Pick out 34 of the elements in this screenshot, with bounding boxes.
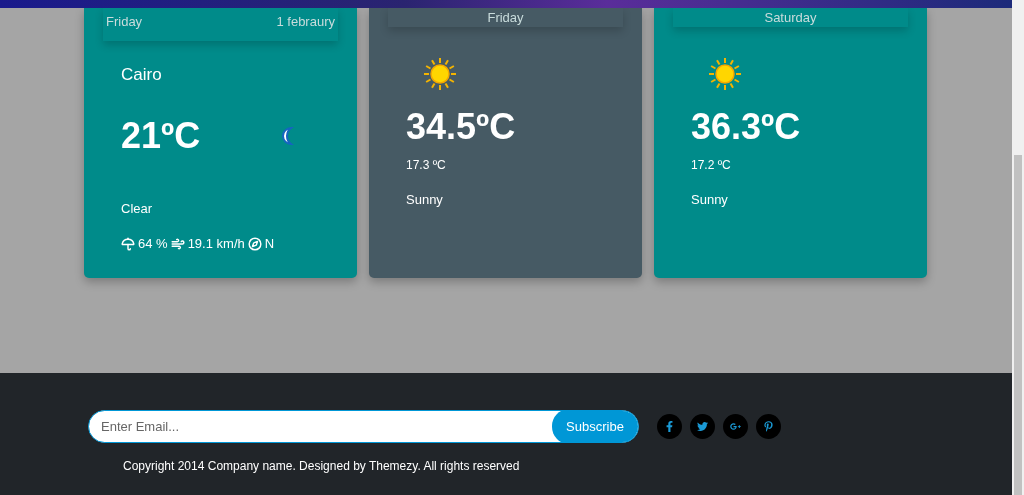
moon-icon <box>280 126 294 146</box>
wind-direction: N <box>264 236 275 251</box>
email-field[interactable]: Enter Email... Subscribe <box>88 410 639 443</box>
scrollbar[interactable] <box>1012 0 1024 495</box>
humidity-value: 64 % <box>138 236 168 251</box>
forecast-card[interactable]: Friday 1 febraury Cairo 21ºC Clear 64 % 19.1 km/h N <box>84 8 357 278</box>
pinterest-icon[interactable] <box>756 414 781 439</box>
umbrella-icon <box>121 236 135 251</box>
google-plus-icon[interactable] <box>723 414 748 439</box>
condition-text: Clear <box>121 201 154 216</box>
temperature: 21ºC <box>121 115 201 157</box>
city-name: Cairo <box>121 65 163 85</box>
facebook-icon[interactable] <box>657 414 682 439</box>
temperature: 34.5ºC <box>406 106 517 148</box>
copyright-text: Copyright 2014 Company name. Designed by Themezy. All rights reserved <box>123 459 521 473</box>
day-label: Friday <box>487 10 524 25</box>
low-temperature: 17.2 ºC <box>691 158 732 172</box>
twitter-icon[interactable] <box>690 414 715 439</box>
condition-text: Sunny <box>406 192 444 207</box>
scrollbar-thumb[interactable] <box>1014 155 1022 495</box>
sun-icon <box>707 56 743 92</box>
wind-icon <box>170 236 185 251</box>
temperature: 36.3ºC <box>691 106 802 148</box>
low-temperature: 17.3 ºC <box>406 158 447 172</box>
subscribe-button[interactable]: Subscribe <box>552 411 638 442</box>
forecast-card[interactable]: Saturday 36.3ºC 17.2 ºC Sunny <box>654 8 927 278</box>
wind-speed: 19.1 km/h <box>187 236 245 251</box>
condition-text: Sunny <box>691 192 729 207</box>
forecast-card[interactable]: Friday 34.5ºC 17.3 ºC Sunny <box>369 8 642 278</box>
day-label: Saturday <box>764 10 817 25</box>
day-label: Friday <box>106 14 143 29</box>
sun-icon <box>422 56 458 92</box>
date-label: 1 febraury <box>276 14 335 29</box>
compass-icon <box>247 236 262 251</box>
